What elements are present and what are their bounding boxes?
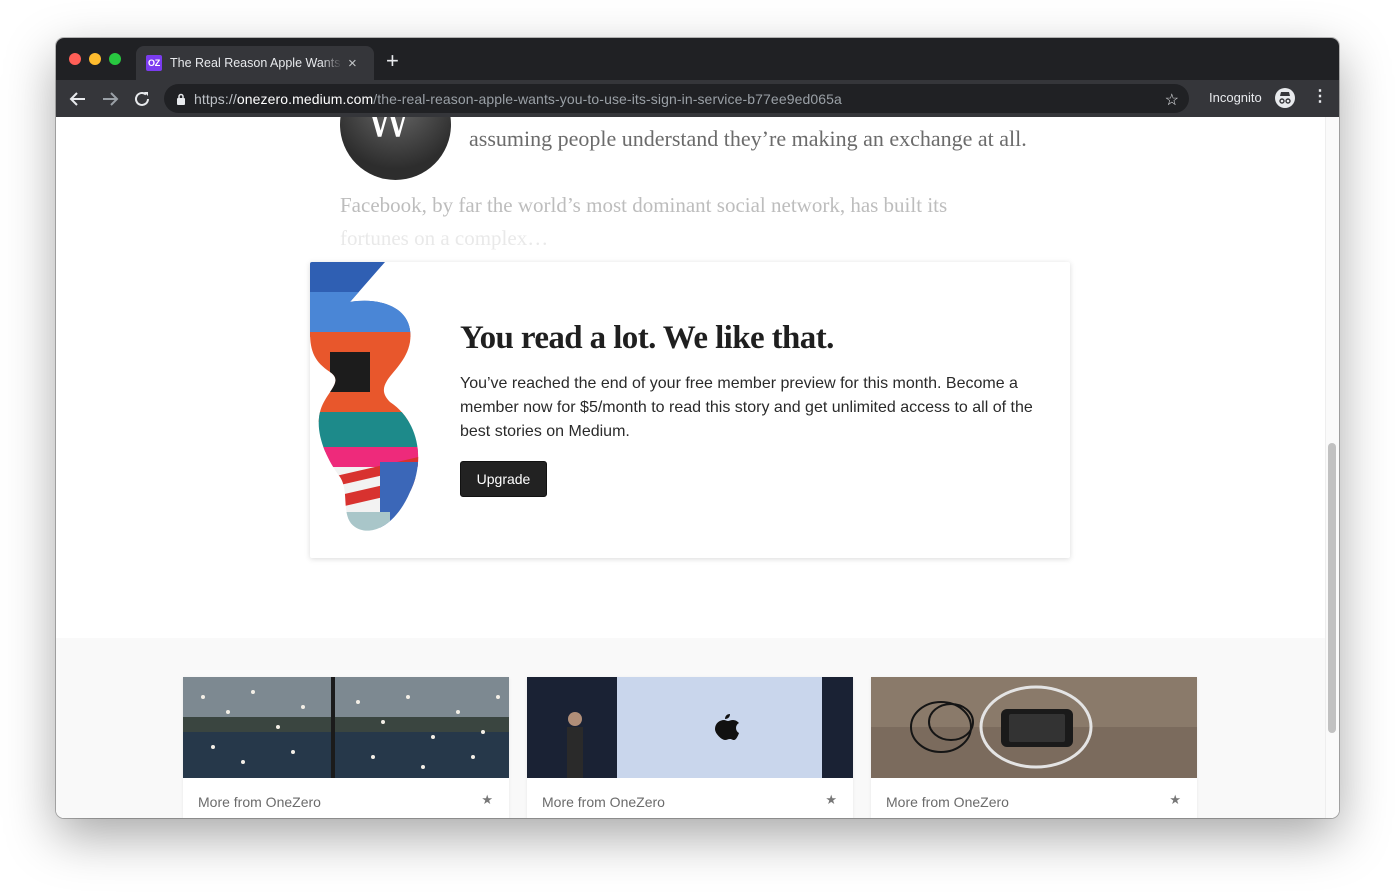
- star-icon[interactable]: ★: [481, 792, 493, 808]
- incognito-label: Incognito: [1209, 90, 1262, 105]
- more-card[interactable]: More from OneZero ★: [183, 677, 509, 818]
- maximize-window-button[interactable]: [109, 53, 121, 65]
- tab-active[interactable]: OZ The Real Reason Apple Wants You to Us…: [136, 46, 374, 80]
- star-icon[interactable]: ★: [1169, 792, 1181, 808]
- browser-toolbar: https://onezero.medium.com/the-real-reas…: [56, 80, 1339, 117]
- browser-menu-icon[interactable]: ⋮: [1312, 89, 1328, 105]
- forward-button[interactable]: [99, 88, 121, 110]
- reload-button[interactable]: [131, 88, 153, 110]
- arrow-right-icon: [103, 92, 119, 106]
- url-path: /the-real-reason-apple-wants-you-to-use-…: [373, 90, 842, 107]
- scrollbar-thumb[interactable]: [1328, 443, 1336, 733]
- onezero-favicon-icon: OZ: [146, 55, 162, 71]
- address-bar[interactable]: https://onezero.medium.com/the-real-reas…: [164, 84, 1189, 113]
- bookmark-star-icon[interactable]: ☆: [1165, 90, 1179, 110]
- paywall-title: You read a lot. We like that.: [460, 320, 834, 356]
- card-label: More from OneZero: [886, 794, 1009, 810]
- arrow-left-icon: [69, 92, 85, 106]
- tab-strip: OZ The Real Reason Apple Wants You to Us…: [56, 38, 1339, 80]
- incognito-icon[interactable]: [1275, 88, 1295, 108]
- lock-icon: [177, 93, 185, 105]
- upgrade-button[interactable]: Upgrade: [460, 461, 547, 497]
- more-from-section: More from OneZero ★ More from OneZero ★: [56, 638, 1325, 818]
- more-card[interactable]: More from OneZero ★: [527, 677, 853, 818]
- author-avatar[interactable]: W: [340, 117, 451, 180]
- url-text: https://onezero.medium.com/the-real-reas…: [194, 91, 842, 107]
- close-window-button[interactable]: [69, 53, 81, 65]
- browser-window: OZ The Real Reason Apple Wants You to Us…: [56, 38, 1339, 818]
- card-label: More from OneZero: [198, 794, 321, 810]
- avatar-initials: W: [366, 117, 411, 148]
- url-host: onezero.medium.com: [236, 90, 374, 107]
- card-label: More from OneZero: [542, 794, 665, 810]
- article-quote-line: assuming people understand they’re makin…: [469, 126, 1027, 151]
- reload-icon: [135, 91, 149, 106]
- page-viewport: W assuming people understand they’re mak…: [56, 117, 1339, 818]
- paywall-illustration: [310, 262, 419, 531]
- new-tab-button[interactable]: +: [386, 50, 399, 72]
- excerpt-line-2: fortunes on a complex…: [340, 226, 549, 250]
- article-excerpt: Facebook, by far the world’s most domina…: [340, 189, 1000, 255]
- apple-keynote-image: [527, 677, 853, 778]
- tab-close-icon[interactable]: ×: [348, 56, 357, 71]
- star-icon[interactable]: ★: [825, 792, 837, 808]
- birds-over-water-image: [183, 677, 509, 778]
- paywall-body: You’ve reached the end of your free memb…: [460, 375, 1033, 440]
- paywall-card: You read a lot. We like that. You’ve rea…: [310, 262, 1070, 558]
- excerpt-line-1: Facebook, by far the world’s most domina…: [340, 193, 948, 217]
- phone-and-earbuds-image: [871, 677, 1197, 778]
- scrollbar-track[interactable]: [1325, 117, 1339, 818]
- more-card[interactable]: More from OneZero ★: [871, 677, 1197, 818]
- url-scheme: https://: [194, 90, 237, 107]
- back-button[interactable]: [67, 88, 89, 110]
- tab-title: The Real Reason Apple Wants You to Use I…: [170, 56, 342, 70]
- minimize-window-button[interactable]: [89, 53, 101, 65]
